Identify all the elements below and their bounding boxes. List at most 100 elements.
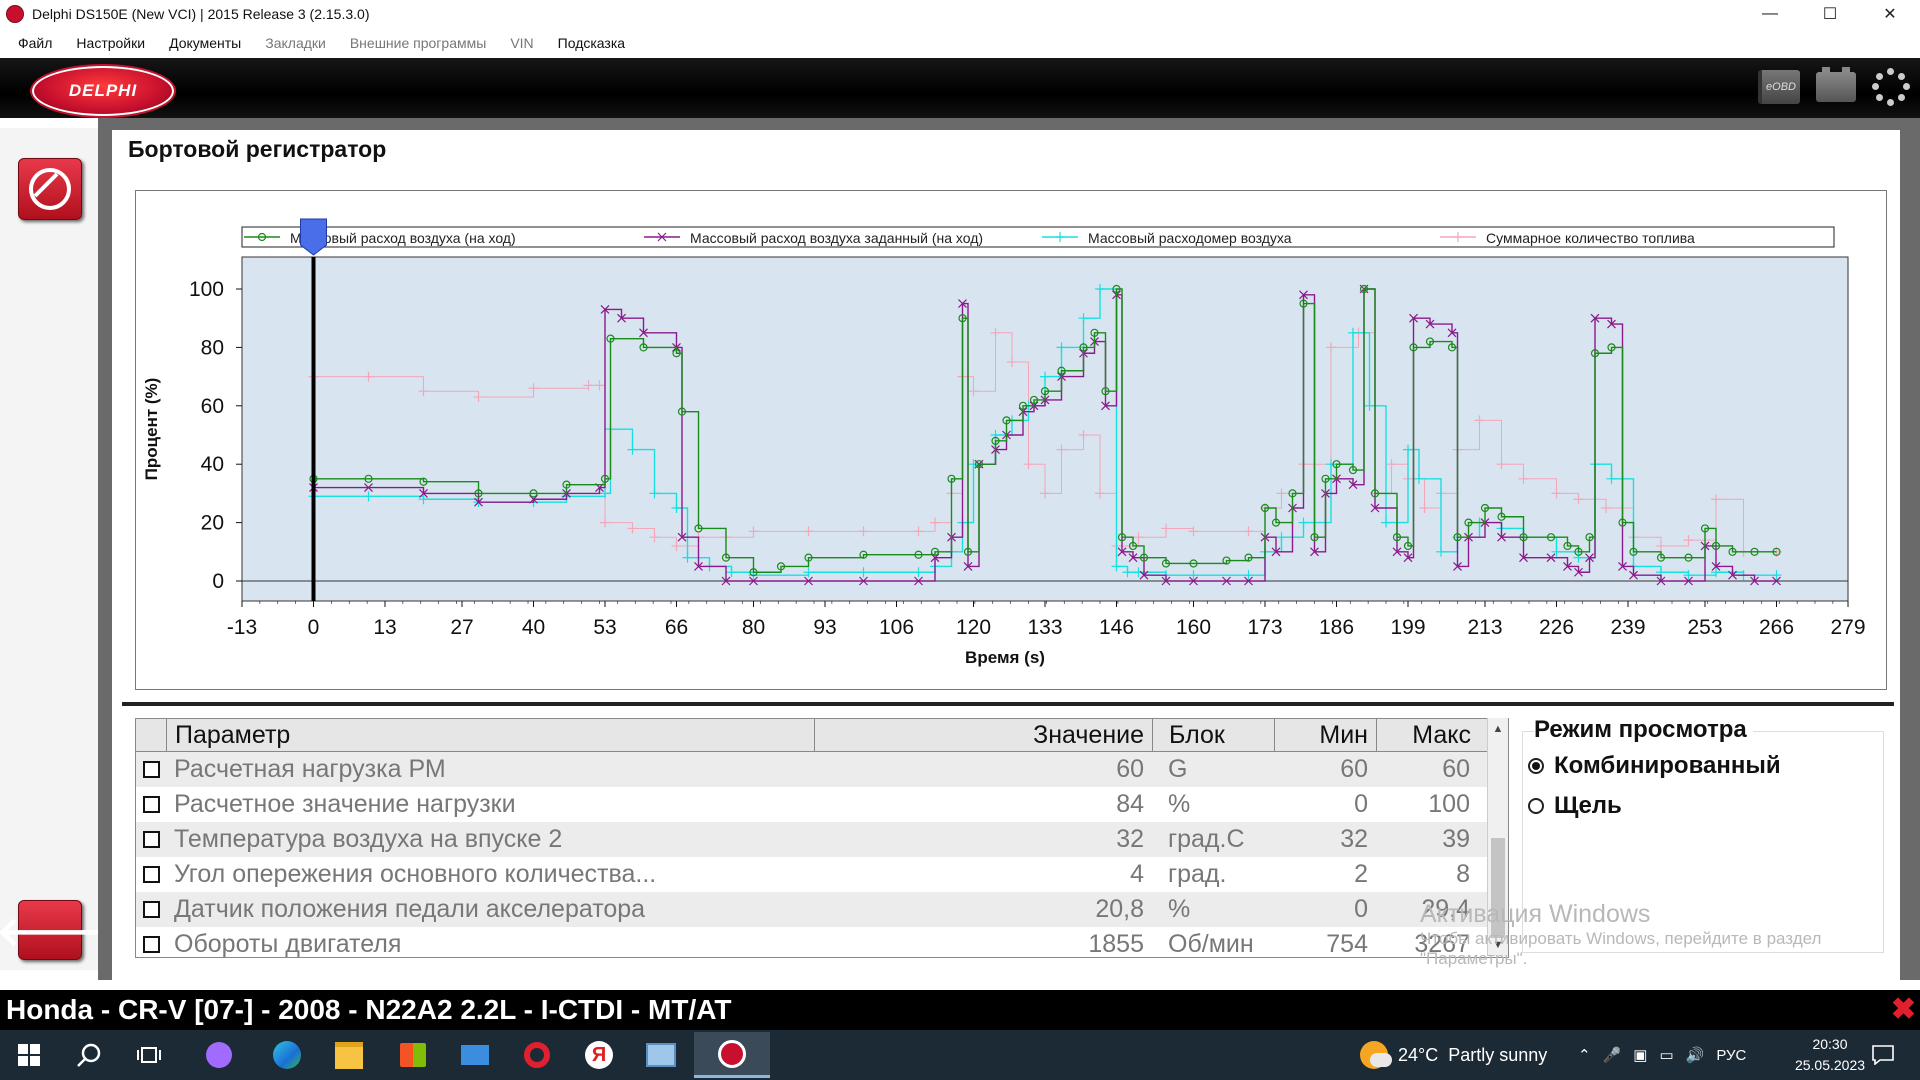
menu-bookmarks[interactable]: Закладки — [265, 35, 326, 51]
opera-browser-icon[interactable] — [522, 1040, 552, 1070]
yandex-browser-icon[interactable]: Я — [584, 1040, 614, 1070]
column-max[interactable]: Макс — [1377, 719, 1477, 751]
param-name: Температура воздуха на впуске 2 — [174, 825, 563, 853]
param-name: Угол опережения основного количества... — [174, 860, 657, 888]
disconnect-icon — [29, 168, 71, 210]
row-checkbox[interactable] — [142, 936, 160, 953]
weather-temp: 24°C — [1398, 1044, 1439, 1065]
microphone-icon[interactable]: 🎤 — [1603, 1046, 1622, 1064]
y-tick-label: 60 — [201, 395, 224, 418]
menu-vin[interactable]: VIN — [510, 35, 533, 51]
view-mode-combined-label: Комбинированный — [1554, 752, 1781, 779]
view-mode-slot[interactable]: Щель — [1528, 792, 1622, 820]
notifications-icon[interactable] — [1868, 1040, 1898, 1070]
close-button[interactable]: ✕ — [1860, 0, 1920, 28]
menu-external-programs[interactable]: Внешние программы — [350, 35, 486, 51]
file-explorer-icon[interactable] — [334, 1040, 364, 1070]
chart[interactable]: -13 0 13 27 40 53 66 80 93 106 120 133 146 160 173 186 1… — [136, 191, 1886, 689]
menu-documents[interactable]: Документы — [169, 35, 241, 51]
x-tick-label: 186 — [1319, 616, 1354, 639]
vehicle-info: Honda - CR-V [07-] - 2008 - N22A2 2.2L -… — [6, 994, 732, 1025]
table-row[interactable]: Датчик положения педали акселератора 20,… — [136, 892, 1508, 927]
row-checkbox[interactable] — [142, 761, 160, 778]
eobd-icon[interactable]: eOBD — [1758, 70, 1800, 104]
column-unit[interactable]: Блок — [1153, 719, 1275, 751]
x-tick-label: 279 — [1830, 616, 1865, 639]
column-min[interactable]: Мин — [1275, 719, 1377, 751]
left-panel: 🡐 — [0, 118, 104, 980]
param-max: 8 — [1456, 860, 1470, 888]
row-checkbox[interactable] — [142, 901, 160, 918]
radio-selected-icon[interactable] — [1528, 758, 1544, 774]
x-tick-label: 160 — [1176, 616, 1211, 639]
x-tick-label: 226 — [1539, 616, 1574, 639]
clock-time: 20:30 — [1812, 1036, 1848, 1052]
network-icon[interactable]: ▣ — [1633, 1046, 1647, 1064]
table-row[interactable]: Обороты двигателя 1855 Об/мин 754 3267 — [136, 927, 1508, 958]
loading-spinner-icon — [1872, 68, 1910, 106]
x-tick-label: 13 — [373, 616, 396, 639]
param-value: 60 — [1116, 755, 1144, 783]
partly-sunny-icon — [1360, 1041, 1392, 1069]
maximize-button[interactable]: ☐ — [1800, 0, 1860, 28]
mail-icon[interactable] — [460, 1040, 490, 1070]
parameters-table: Параметр Значение Блок Мин Макс Расчетна… — [135, 718, 1509, 958]
x-tick-label: 199 — [1390, 616, 1425, 639]
edge-browser-icon[interactable] — [272, 1040, 302, 1070]
row-checkbox[interactable] — [142, 831, 160, 848]
x-tick-label: 93 — [813, 616, 836, 639]
table-row[interactable]: Угол опережения основного количества... … — [136, 857, 1508, 892]
view-mode-combined[interactable]: Комбинированный — [1528, 752, 1781, 780]
delphi-taskbar-app[interactable] — [694, 1032, 770, 1078]
param-value: 4 — [1130, 860, 1144, 888]
disconnect-button[interactable] — [18, 158, 82, 220]
y-axis-title: Процент (%) — [142, 378, 161, 481]
arrow-left-icon: 🡐 — [0, 909, 104, 954]
param-min: 60 — [1340, 755, 1368, 783]
param-unit: град. — [1168, 860, 1227, 888]
row-checkbox[interactable] — [142, 796, 160, 813]
chart-panel: -13 0 13 27 40 53 66 80 93 106 120 133 146 160 173 186 1… — [135, 190, 1887, 690]
table-row[interactable]: Расчетное значение нагрузки 84 % 0 100 — [136, 787, 1508, 822]
weather-widget[interactable]: 24°C Partly sunny — [1360, 1030, 1547, 1080]
start-windows-icon[interactable] — [14, 1040, 44, 1070]
legend-label: Массовый расход воздуха заданный (на ход… — [690, 230, 983, 246]
x-tick-label: 120 — [956, 616, 991, 639]
language-indicator[interactable]: РУС — [1716, 1047, 1746, 1064]
chevron-up-icon[interactable]: ⌃ — [1578, 1046, 1591, 1064]
param-name: Датчик положения педали акселератора — [174, 895, 646, 923]
param-min: 0 — [1354, 790, 1368, 818]
menu-settings[interactable]: Настройки — [76, 35, 145, 51]
battery-icon[interactable] — [1816, 67, 1856, 102]
remote-desktop-icon[interactable] — [646, 1040, 676, 1070]
back-button[interactable]: 🡐 — [0, 900, 104, 960]
param-unit: % — [1168, 790, 1191, 818]
task-view-icon[interactable] — [134, 1040, 164, 1070]
menu-file[interactable]: Файл — [18, 35, 52, 51]
clock[interactable]: 20:30 25.05.2023 — [1780, 1034, 1880, 1076]
param-name: Обороты двигателя — [174, 930, 402, 958]
activation-watermark: Активация Windows Чтобы активировать Win… — [1420, 900, 1890, 969]
x-tick-label: 133 — [1027, 616, 1062, 639]
table-row[interactable]: Температура воздуха на впуске 2 32 град.… — [136, 822, 1508, 857]
param-max: 100 — [1428, 790, 1470, 818]
volume-icon[interactable]: 🔊 — [1686, 1046, 1705, 1064]
x-tick-label: 239 — [1610, 616, 1645, 639]
store-icon[interactable] — [398, 1040, 428, 1070]
radio-icon[interactable] — [1528, 798, 1544, 814]
column-param[interactable]: Параметр — [167, 719, 815, 751]
search-icon[interactable] — [74, 1040, 104, 1070]
column-value[interactable]: Значение — [815, 719, 1153, 751]
minimize-button[interactable]: — — [1740, 0, 1800, 28]
watermark-line2: Чтобы активировать Windows, перейдите в … — [1420, 929, 1822, 948]
battery-tray-icon[interactable]: ▭ — [1659, 1046, 1673, 1064]
row-checkbox[interactable] — [142, 866, 160, 883]
param-unit: % — [1168, 895, 1191, 923]
table-row[interactable]: Расчетная нагрузка РМ 60 G 60 60 — [136, 752, 1508, 787]
alice-assistant-icon[interactable] — [204, 1040, 234, 1070]
menu-help[interactable]: Подсказка — [558, 35, 625, 51]
x-tick-label: 40 — [522, 616, 545, 639]
scroll-up-icon[interactable]: ▲ — [1488, 720, 1508, 738]
time-cursor-handle[interactable] — [300, 218, 327, 256]
close-vehicle-icon[interactable]: ✖ — [1891, 990, 1916, 1030]
